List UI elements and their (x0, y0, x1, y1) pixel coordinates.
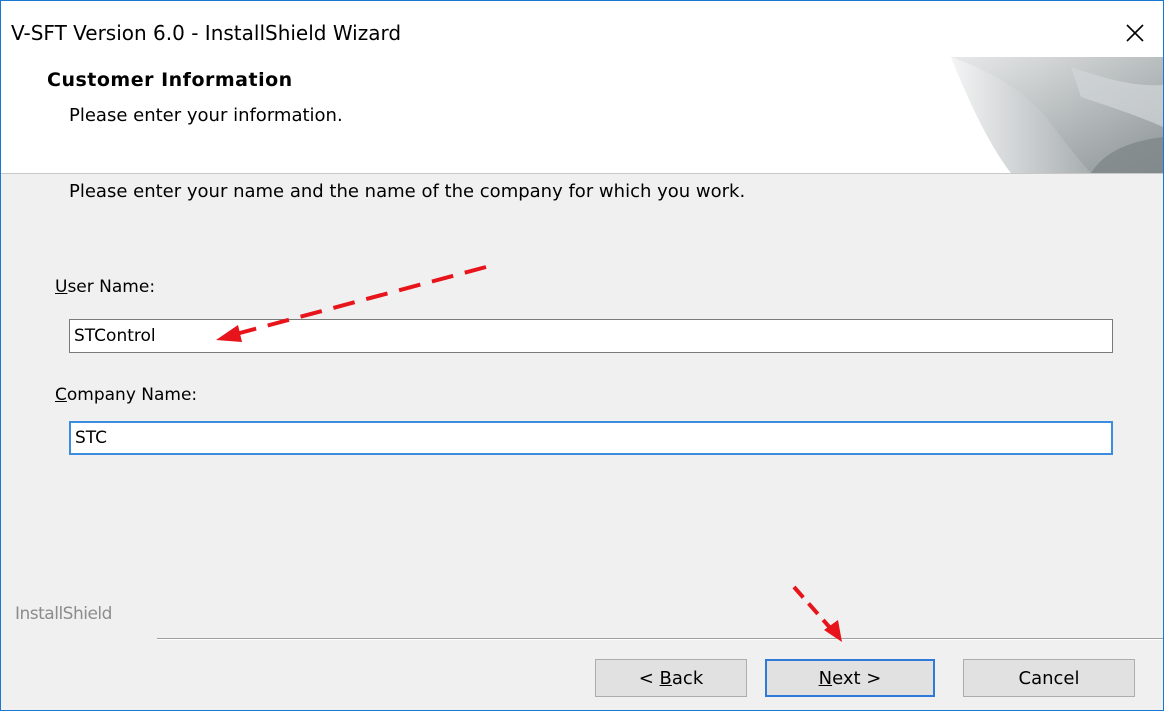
company-name-label-text: ompany Name: (66, 385, 198, 405)
footer-divider (157, 638, 1163, 640)
back-button-accel: B (659, 667, 672, 689)
installer-window: V-SFT Version 6.0 - InstallShield Wizard… (0, 0, 1164, 711)
page-title: Customer Information (47, 69, 293, 91)
user-name-label: User Name: (55, 277, 155, 297)
instruction-text: Please enter your name and the name of t… (69, 181, 746, 202)
company-name-label: Company Name: (55, 385, 197, 405)
title-bar: V-SFT Version 6.0 - InstallShield Wizard (1, 1, 1163, 57)
page-subtitle: Please enter your information. (69, 105, 343, 126)
cancel-button[interactable]: Cancel (963, 659, 1135, 697)
next-button[interactable]: Next > (765, 659, 935, 697)
cancel-button-label: Cancel (1018, 667, 1080, 689)
user-name-input[interactable] (69, 319, 1113, 353)
close-button[interactable] (1103, 13, 1163, 53)
installshield-brand: InstallShield (15, 604, 112, 624)
next-button-label: ext > (832, 667, 882, 689)
back-button-label: ack (671, 667, 704, 689)
user-name-accel: U (55, 277, 68, 297)
page-curl-graphic-icon (951, 57, 1163, 173)
back-button-prefix: < (638, 667, 660, 689)
close-icon (1126, 24, 1144, 42)
next-button-accel: N (818, 667, 833, 689)
wizard-header: Customer Information Please enter your i… (1, 57, 1163, 174)
company-name-accel: C (55, 385, 67, 405)
back-button[interactable]: < Back (595, 659, 747, 697)
window-title: V-SFT Version 6.0 - InstallShield Wizard (11, 21, 402, 45)
company-name-input[interactable] (69, 421, 1113, 455)
user-name-label-text: ser Name: (67, 277, 156, 297)
